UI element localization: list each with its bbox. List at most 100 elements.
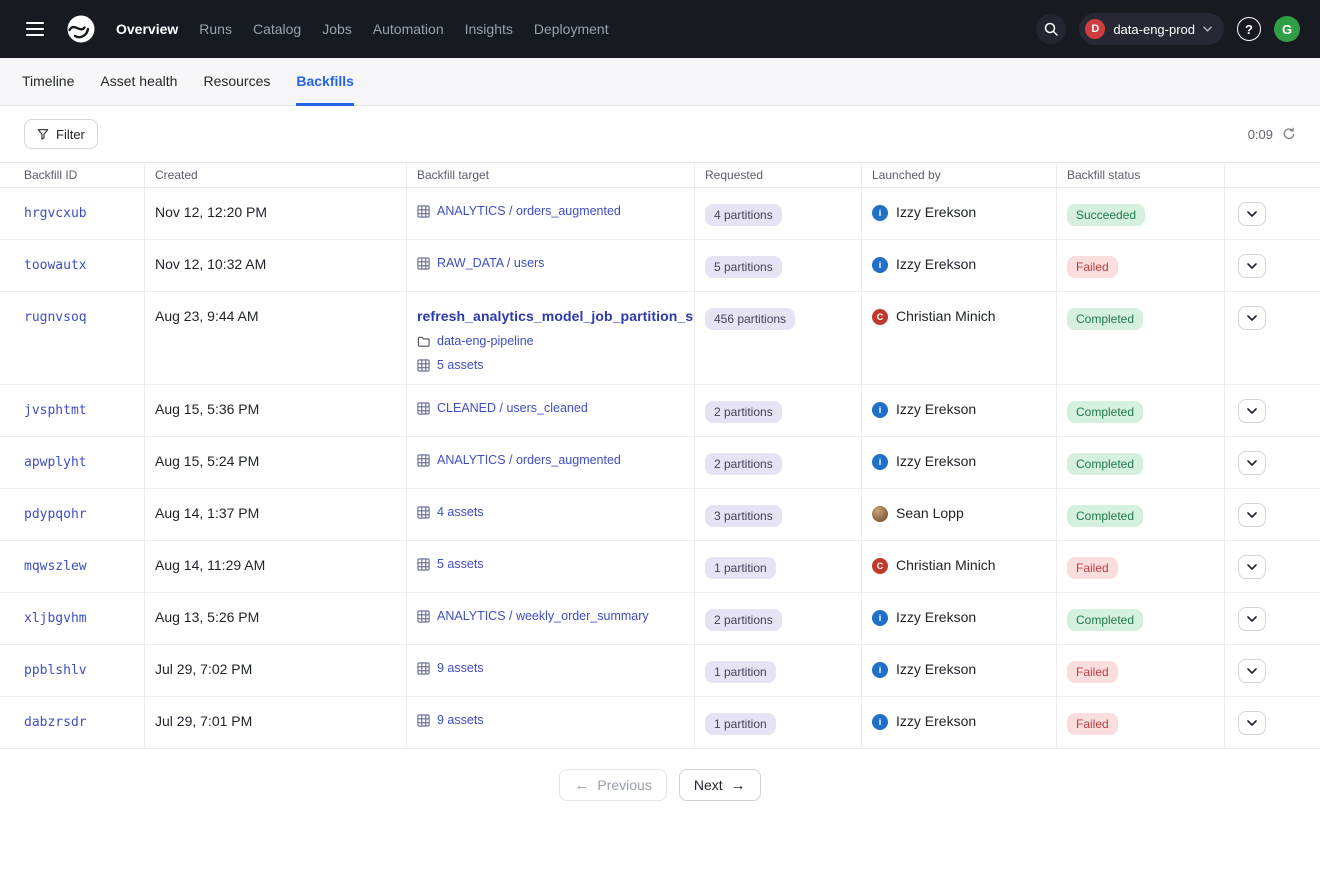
backfill-target-link[interactable]: RAW_DATA / users (437, 256, 544, 270)
nav-item-jobs[interactable]: Jobs (320, 15, 354, 43)
backfill-target-link[interactable]: ANALYTICS / weekly_order_summary (437, 609, 649, 623)
target-sub-link[interactable]: 5 assets (437, 358, 484, 372)
actions-cell (1225, 292, 1320, 384)
backfill-id-link[interactable]: hrgvcxub (24, 206, 87, 221)
row-expand-button[interactable] (1238, 399, 1266, 423)
backfill-id-link[interactable]: pdypqohr (24, 507, 87, 522)
backfill-target-cell: refresh_analytics_model_job_partition_se… (407, 292, 695, 384)
backfill-id-link[interactable]: dabzrsdr (24, 715, 87, 730)
row-expand-button[interactable] (1238, 503, 1266, 527)
created-cell: Nov 12, 10:32 AM (145, 240, 407, 291)
backfill-target-link[interactable]: 5 assets (437, 557, 484, 571)
nav-item-catalog[interactable]: Catalog (251, 15, 303, 43)
backfill-target-link[interactable]: 9 assets (437, 661, 484, 675)
deployment-selector[interactable]: D data-eng-prod (1079, 13, 1224, 45)
backfill-id-link[interactable]: apwplyht (24, 455, 87, 470)
row-expand-button[interactable] (1238, 711, 1266, 735)
row-expand-button[interactable] (1238, 659, 1266, 683)
status-badge: Failed (1067, 661, 1118, 683)
backfill-target-link[interactable]: ANALYTICS / orders_augmented (437, 204, 621, 218)
backfill-target-link[interactable]: 4 assets (437, 505, 484, 519)
next-button[interactable]: Next → (679, 769, 761, 801)
target-row: 5 assets (417, 557, 684, 571)
created-cell: Aug 14, 1:37 PM (145, 489, 407, 540)
launched-by-name: Izzy Erekson (896, 713, 976, 729)
requested-cell: 3 partitions (695, 489, 862, 540)
launched-by-cell: iIzzy Erekson (862, 697, 1057, 748)
requested-cell: 456 partitions (695, 292, 862, 384)
status-cell: Failed (1057, 240, 1225, 291)
next-label: Next (694, 777, 723, 793)
actions-cell (1225, 240, 1320, 291)
row-expand-button[interactable] (1238, 254, 1266, 278)
backfill-target-job-link[interactable]: refresh_analytics_model_job_partition_se… (417, 308, 684, 324)
row-expand-button[interactable] (1238, 202, 1266, 226)
user-avatar[interactable]: G (1274, 16, 1300, 42)
status-cell: Completed (1057, 593, 1225, 644)
backfill-target-link[interactable]: 9 assets (437, 713, 484, 727)
table-row: jvsphtmtAug 15, 5:36 PMCLEANED / users_c… (0, 385, 1320, 437)
backfill-id-link[interactable]: jvsphtmt (24, 403, 87, 418)
launched-by-cell: iIzzy Erekson (862, 385, 1057, 436)
backfill-id-link[interactable]: ppblshlv (24, 663, 87, 678)
toolbar: Filter 0:09 (0, 106, 1320, 162)
nav-item-runs[interactable]: Runs (197, 15, 234, 43)
table-row: xljbgvhmAug 13, 5:26 PMANALYTICS / weekl… (0, 593, 1320, 645)
previous-button[interactable]: ← Previous (559, 769, 666, 801)
nav-item-deployment[interactable]: Deployment (532, 15, 611, 43)
tab-asset-health[interactable]: Asset health (100, 58, 177, 106)
chevron-down-icon (1203, 26, 1212, 32)
tab-backfills[interactable]: Backfills (296, 58, 354, 106)
column-header-backfill-id: Backfill ID (0, 163, 145, 187)
requested-cell: 1 partition (695, 645, 862, 696)
refresh-icon[interactable] (1282, 127, 1296, 141)
table-row: toowautx Nov 12, 10:32 AM RAW_DATA / users… (0, 240, 1320, 292)
requested-cell: 2 partitions (695, 385, 862, 436)
avatar-initial: i (872, 454, 888, 470)
created-cell: Nov 12, 12:20 PM (145, 188, 407, 239)
chevron-down-icon (1247, 512, 1257, 518)
dagster-logo[interactable] (64, 12, 98, 46)
target-sub-link[interactable]: data-eng-pipeline (437, 334, 534, 348)
primary-nav: Overview Runs Catalog Jobs Automation Insight… (114, 15, 611, 43)
table-row: pdypqohr Aug 14, 1:37 PM 4 assets 3 partiti… (0, 489, 1320, 541)
nav-item-automation[interactable]: Automation (371, 15, 446, 43)
status-cell: Completed (1057, 489, 1225, 540)
row-expand-button[interactable] (1238, 306, 1266, 330)
requested-badge: 5 partitions (705, 256, 782, 278)
tab-resources[interactable]: Resources (203, 58, 270, 106)
target-row: 4 assets (417, 505, 684, 519)
backfill-target-link[interactable]: CLEANED / users_cleaned (437, 401, 588, 415)
status-badge: Completed (1067, 308, 1143, 330)
nav-item-insights[interactable]: Insights (463, 15, 515, 43)
backfill-target-link[interactable]: ANALYTICS / orders_augmented (437, 453, 621, 467)
backfill-id-link[interactable]: toowautx (24, 258, 87, 273)
row-expand-button[interactable] (1238, 607, 1266, 631)
tab-timeline[interactable]: Timeline (22, 58, 74, 106)
row-expand-button[interactable] (1238, 451, 1266, 475)
backfill-target-cell: RAW_DATA / users (407, 240, 695, 291)
search-button[interactable] (1036, 14, 1066, 44)
backfill-id-link[interactable]: mqwszlew (24, 559, 87, 574)
help-button[interactable]: ? (1237, 17, 1261, 41)
deployment-name: data-eng-prod (1113, 22, 1195, 37)
backfill-id-cell: xljbgvhm (0, 593, 145, 644)
launched-by-name: Izzy Erekson (896, 204, 976, 220)
actions-cell (1225, 645, 1320, 696)
backfill-id-link[interactable]: rugnvsoq (24, 310, 87, 325)
arrow-left-icon: ← (574, 778, 589, 793)
requested-badge: 1 partition (705, 713, 776, 735)
filter-button[interactable]: Filter (24, 119, 98, 149)
launched-by-name: Izzy Erekson (896, 401, 976, 417)
backfill-id-link[interactable]: xljbgvhm (24, 611, 87, 626)
chevron-down-icon (1247, 668, 1257, 674)
target-sub-row: data-eng-pipeline (417, 334, 684, 348)
status-cell: Succeeded (1057, 188, 1225, 239)
requested-badge: 1 partition (705, 557, 776, 579)
launched-by-cell: iIzzy Erekson (862, 240, 1057, 291)
nav-item-overview[interactable]: Overview (114, 15, 180, 43)
launched-by-cell: iIzzy Erekson (862, 645, 1057, 696)
status-cell: Completed (1057, 292, 1225, 384)
row-expand-button[interactable] (1238, 555, 1266, 579)
menu-icon[interactable] (20, 16, 50, 42)
